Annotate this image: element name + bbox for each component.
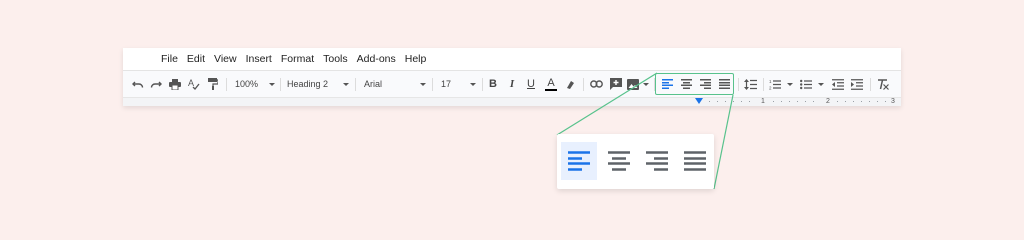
separator xyxy=(482,78,483,91)
underline-button[interactable]: U xyxy=(525,76,537,92)
callout-connector-lines xyxy=(556,72,734,190)
alignment-highlight-box xyxy=(655,73,734,95)
paint-format-button[interactable] xyxy=(206,76,220,92)
undo-button[interactable] xyxy=(131,76,145,92)
zoom-align-left-button[interactable] xyxy=(561,142,597,180)
chevron-down-icon xyxy=(420,82,426,86)
menu-addons[interactable]: Add-ons xyxy=(357,53,396,65)
bulleted-list-icon xyxy=(800,79,812,89)
paint-format-icon xyxy=(208,78,218,90)
menu-help[interactable]: Help xyxy=(405,53,427,65)
font-size-select[interactable]: 17 xyxy=(441,76,476,92)
decrease-indent-button[interactable] xyxy=(831,76,845,92)
chevron-down-icon xyxy=(643,82,649,86)
bulleted-list-button[interactable] xyxy=(800,76,824,92)
align-center-icon xyxy=(608,151,630,171)
bold-label: B xyxy=(489,78,497,90)
docs-window: File Edit View Insert Format Tools Add-o… xyxy=(123,48,901,106)
menu-file[interactable]: File xyxy=(161,53,178,65)
toolbar: A 100% Heading 2 Arial 17 B I U A 1 2 xyxy=(123,71,901,97)
line-spacing-button[interactable] xyxy=(743,76,757,92)
ruler: 1 2 3 xyxy=(123,97,901,106)
chevron-down-icon xyxy=(269,82,275,86)
ruler-number: 3 xyxy=(891,98,895,105)
print-icon xyxy=(169,78,181,90)
style-select[interactable]: Heading 2 xyxy=(287,76,349,92)
chevron-down-icon xyxy=(470,82,476,86)
comment-button[interactable] xyxy=(609,76,623,92)
link-button[interactable] xyxy=(589,76,603,92)
separator xyxy=(738,78,739,91)
menu-view[interactable]: View xyxy=(214,53,237,65)
style-value: Heading 2 xyxy=(287,79,329,89)
numbered-list-button[interactable]: 12 xyxy=(769,76,793,92)
ruler-number: 1 xyxy=(761,98,765,105)
separator xyxy=(280,78,281,91)
undo-icon xyxy=(132,81,144,88)
zoom-value: 100% xyxy=(235,79,259,89)
increase-indent-button[interactable] xyxy=(850,76,864,92)
underline-label: U xyxy=(527,78,535,90)
decrease-indent-icon xyxy=(832,78,844,90)
separator xyxy=(432,78,433,91)
align-justify-icon xyxy=(684,151,706,171)
highlight-button[interactable] xyxy=(564,76,576,92)
italic-button[interactable]: I xyxy=(506,76,518,92)
spellcheck-icon: A xyxy=(188,78,200,90)
zoom-align-center-button[interactable] xyxy=(601,142,637,180)
menu-tools[interactable]: Tools xyxy=(323,53,348,65)
image-icon xyxy=(627,78,639,90)
clear-formatting-icon xyxy=(878,78,889,90)
print-button[interactable] xyxy=(168,76,182,92)
link-icon xyxy=(589,80,603,88)
svg-text:1: 1 xyxy=(769,79,772,84)
chevron-down-icon xyxy=(818,82,824,86)
menu-insert[interactable]: Insert xyxy=(246,53,272,65)
separator xyxy=(355,78,356,91)
bold-button[interactable]: B xyxy=(487,76,499,92)
separator xyxy=(226,78,227,91)
zoom-select[interactable]: 100% xyxy=(235,76,275,92)
ruler-ticks xyxy=(709,101,886,102)
menu-bar: File Edit View Insert Format Tools Add-o… xyxy=(123,48,901,71)
clear-formatting-button[interactable] xyxy=(876,76,890,92)
increase-indent-icon xyxy=(851,78,863,90)
align-left-icon xyxy=(568,151,590,171)
comment-icon xyxy=(610,78,622,90)
menu-format[interactable]: Format xyxy=(281,53,314,65)
highlighter-icon xyxy=(566,80,574,89)
italic-label: I xyxy=(509,78,515,90)
font-size-value: 17 xyxy=(441,79,452,89)
ruler-number: 2 xyxy=(826,98,830,105)
redo-icon xyxy=(150,81,162,88)
separator xyxy=(763,78,764,91)
text-color-swatch xyxy=(545,88,557,91)
svg-text:A: A xyxy=(188,78,194,88)
spellcheck-button[interactable]: A xyxy=(187,76,201,92)
indent-marker[interactable] xyxy=(695,98,703,104)
align-right-icon xyxy=(646,151,668,171)
separator xyxy=(870,78,871,91)
menu-edit[interactable]: Edit xyxy=(187,53,205,65)
line-spacing-icon xyxy=(743,78,757,90)
zoom-align-right-button[interactable] xyxy=(639,142,675,180)
chevron-down-icon xyxy=(343,82,349,86)
separator xyxy=(583,78,584,91)
chevron-down-icon xyxy=(787,82,793,86)
redo-button[interactable] xyxy=(149,76,163,92)
font-select[interactable]: Arial xyxy=(364,76,426,92)
text-color-label: A xyxy=(547,76,555,89)
text-color-button[interactable]: A xyxy=(544,76,558,92)
alignment-zoom-panel xyxy=(557,134,714,189)
font-value: Arial xyxy=(364,79,383,89)
zoom-align-justify-button[interactable] xyxy=(677,142,713,180)
numbered-list-icon: 12 xyxy=(769,79,781,90)
svg-text:2: 2 xyxy=(769,85,772,90)
image-button[interactable] xyxy=(627,76,649,92)
